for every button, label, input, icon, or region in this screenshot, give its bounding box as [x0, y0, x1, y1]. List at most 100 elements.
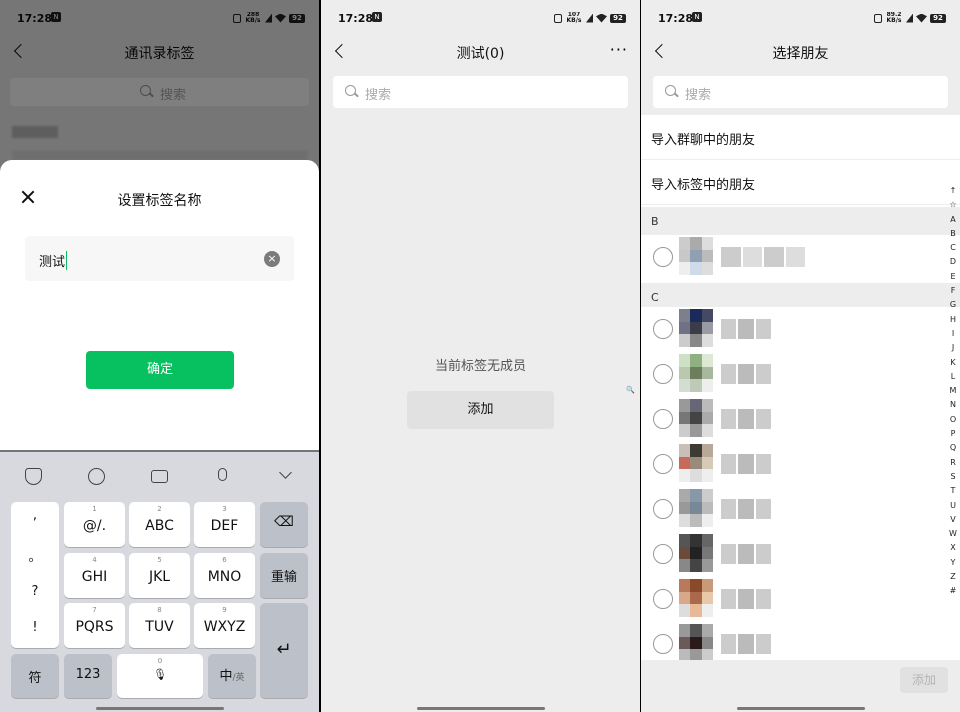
friend-row[interactable]	[641, 532, 960, 577]
status-time: 17:28	[338, 12, 374, 25]
key-num: 0	[157, 657, 163, 665]
alphabet-index[interactable]: ↑ ☆ A B C D E F G H I J K L M N O P Q R S T U V W X Y Z #	[948, 184, 958, 599]
select-radio[interactable]	[653, 454, 673, 474]
index-letter[interactable]: J	[948, 341, 958, 355]
index-letter[interactable]: #	[948, 584, 958, 598]
search-bar[interactable]: 搜索	[333, 76, 628, 108]
index-letter[interactable]: W	[948, 527, 958, 541]
index-letter[interactable]: B	[948, 227, 958, 241]
index-letter[interactable]: U	[948, 499, 958, 513]
index-letter[interactable]: R	[948, 456, 958, 470]
key-8[interactable]: 8 TUV	[129, 603, 190, 648]
index-letter[interactable]: O	[948, 413, 958, 427]
confirm-button[interactable]: 确定	[86, 351, 234, 389]
key-4[interactable]: 4 GHI	[64, 553, 125, 598]
shield-icon[interactable]	[23, 466, 45, 488]
friend-row[interactable]	[641, 397, 960, 442]
key-question[interactable]: ?	[11, 584, 59, 599]
space-key[interactable]: 0 🎙	[117, 654, 203, 698]
number-key[interactable]: 123	[64, 654, 112, 698]
index-letter[interactable]: H	[948, 313, 958, 327]
friend-row[interactable]	[641, 577, 960, 622]
symbol-key[interactable]: 符	[11, 654, 59, 698]
index-letter[interactable]: Z	[948, 570, 958, 584]
select-radio[interactable]	[653, 589, 673, 609]
key-period[interactable]: 。	[11, 546, 59, 565]
index-letter[interactable]: M	[948, 384, 958, 398]
search-icon[interactable]: 🔍	[626, 386, 635, 394]
chevron-down-icon[interactable]	[275, 466, 297, 488]
key-6[interactable]: 6 MNO	[194, 553, 255, 598]
backspace-button[interactable]: ⌫	[260, 502, 308, 547]
friend-row[interactable]	[641, 235, 960, 280]
page-title: 测试(0)	[456, 46, 505, 62]
index-letter[interactable]: ☆	[948, 198, 958, 212]
key-3[interactable]: 3 DEF	[194, 502, 255, 547]
enter-button[interactable]: ↵	[260, 603, 308, 698]
add-member-button[interactable]: 添加	[407, 391, 554, 429]
index-letter[interactable]: K	[948, 356, 958, 370]
select-radio[interactable]	[653, 247, 673, 267]
index-letter[interactable]: X	[948, 541, 958, 555]
sheet-title: 设置标签名称	[117, 193, 202, 209]
key-num: 8	[157, 606, 162, 614]
search-bar[interactable]: 搜索	[653, 76, 948, 108]
tag-name-input[interactable]: 测试 ×	[25, 236, 294, 281]
select-radio[interactable]	[653, 409, 673, 429]
mic-icon[interactable]	[212, 466, 234, 488]
index-letter[interactable]: L	[948, 370, 958, 384]
select-radio[interactable]	[653, 499, 673, 519]
more-icon[interactable]: ···	[610, 40, 628, 59]
select-radio[interactable]	[653, 544, 673, 564]
friend-row[interactable]	[641, 487, 960, 532]
signal-icon	[586, 13, 593, 23]
clear-icon[interactable]: ×	[264, 251, 280, 267]
section-letter: B	[651, 215, 659, 228]
avatar	[679, 624, 713, 662]
index-letter[interactable]: V	[948, 513, 958, 527]
index-letter[interactable]: T	[948, 484, 958, 498]
add-selected-button[interactable]: 添加	[900, 667, 948, 693]
key-7[interactable]: 7 PQRS	[64, 603, 125, 648]
index-letter[interactable]: C	[948, 241, 958, 255]
language-key[interactable]: 中/英	[208, 654, 256, 698]
index-letter[interactable]: N	[948, 398, 958, 412]
index-letter[interactable]: ↑	[948, 184, 958, 198]
number-label: 123	[75, 667, 101, 682]
import-from-tag-item[interactable]: 导入标签中的朋友	[641, 160, 960, 205]
index-letter[interactable]: G	[948, 298, 958, 312]
key-5[interactable]: 5 JKL	[129, 553, 190, 598]
index-letter[interactable]: E	[948, 270, 958, 284]
key-9[interactable]: 9 WXYZ	[194, 603, 255, 648]
import-from-group-item[interactable]: 导入群聊中的朋友	[641, 115, 960, 160]
avatar	[679, 444, 713, 482]
emoji-icon[interactable]	[86, 466, 108, 488]
index-letter[interactable]: I	[948, 327, 958, 341]
key-num: 9	[222, 606, 227, 614]
nav-bar: 选择朋友	[641, 36, 960, 68]
index-letter[interactable]: S	[948, 470, 958, 484]
index-letter[interactable]: D	[948, 255, 958, 269]
page-title: 选择朋友	[772, 46, 829, 62]
index-letter[interactable]: Y	[948, 556, 958, 570]
friend-row[interactable]	[641, 442, 960, 487]
index-letter[interactable]: P	[948, 427, 958, 441]
avatar	[679, 354, 713, 392]
friend-row[interactable]	[641, 352, 960, 397]
key-2[interactable]: 2 ABC	[129, 502, 190, 547]
select-radio[interactable]	[653, 364, 673, 384]
keyboard-icon[interactable]	[149, 466, 171, 488]
index-letter[interactable]: A	[948, 213, 958, 227]
key-comma[interactable]: ,	[11, 508, 59, 523]
select-radio[interactable]	[653, 319, 673, 339]
key-1[interactable]: 1 @/.	[64, 502, 125, 547]
key-exclaim[interactable]: !	[11, 620, 59, 635]
friend-row[interactable]	[641, 307, 960, 352]
reinput-button[interactable]: 重输	[260, 553, 308, 598]
select-radio[interactable]	[653, 634, 673, 654]
index-letter[interactable]: F	[948, 284, 958, 298]
index-letter[interactable]: Q	[948, 441, 958, 455]
search-placeholder: 搜索	[365, 88, 392, 103]
lang-sub: /英	[232, 673, 245, 683]
search-placeholder: 搜索	[685, 88, 712, 103]
